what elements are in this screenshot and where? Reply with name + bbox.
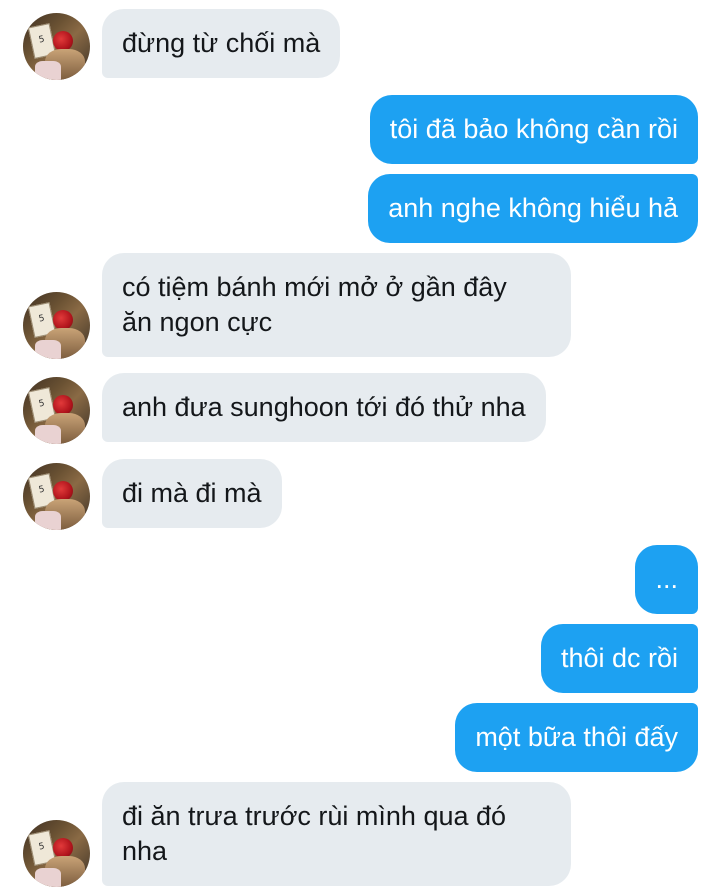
message-bubble-incoming[interactable]: đi ăn trưa trước rùi mình qua đó nha	[102, 782, 571, 886]
message-bubble-incoming[interactable]: đừng từ chối mà	[102, 9, 341, 78]
avatar[interactable]: 5	[23, 13, 90, 80]
rose-icon	[53, 838, 73, 858]
message-bubble-incoming[interactable]: có tiệm bánh mới mở ở gần đây ăn ngon cự…	[102, 253, 571, 357]
avatar[interactable]: 5	[23, 377, 90, 444]
rose-icon	[53, 395, 73, 415]
message-text: tôi đã bảo không cần rồi	[389, 114, 678, 144]
message-text: anh nghe không hiểu hả	[388, 193, 678, 223]
message-text-line: ăn ngon cực	[122, 307, 273, 337]
message-text-line: đi ăn trưa trước rùi mình qua đó	[122, 801, 507, 831]
message-bubble-outgoing[interactable]: ...	[635, 545, 698, 614]
message-text: ...	[655, 564, 678, 594]
message-text: một bữa thôi đấy	[475, 722, 678, 752]
message-text: thôi dc rồi	[560, 643, 678, 673]
message-text-line: có tiệm bánh mới mở ở gần đây	[122, 272, 507, 302]
message-text-line: nha	[122, 836, 168, 866]
avatar[interactable]: 5	[23, 463, 90, 530]
message-bubble-incoming[interactable]: đi mà đi mà	[102, 459, 282, 528]
message-bubble-outgoing[interactable]: tôi đã bảo không cần rồi	[369, 95, 698, 164]
rose-icon	[53, 31, 73, 51]
message-bubble-incoming[interactable]: anh đưa sunghoon tới đó thử nha	[102, 373, 546, 442]
avatar[interactable]: 5	[23, 292, 90, 359]
message-bubble-outgoing[interactable]: anh nghe không hiểu hả	[368, 174, 698, 243]
message-text: đừng từ chối mà	[122, 28, 321, 58]
message-bubble-outgoing[interactable]: một bữa thôi đấy	[455, 703, 698, 772]
rose-icon	[53, 310, 73, 330]
message-text: đi mà đi mà	[122, 478, 262, 508]
message-bubble-outgoing[interactable]: thôi dc rồi	[540, 624, 698, 693]
message-text: anh đưa sunghoon tới đó thử nha	[122, 392, 526, 422]
rose-icon	[53, 481, 73, 501]
avatar[interactable]: 5	[23, 820, 90, 887]
